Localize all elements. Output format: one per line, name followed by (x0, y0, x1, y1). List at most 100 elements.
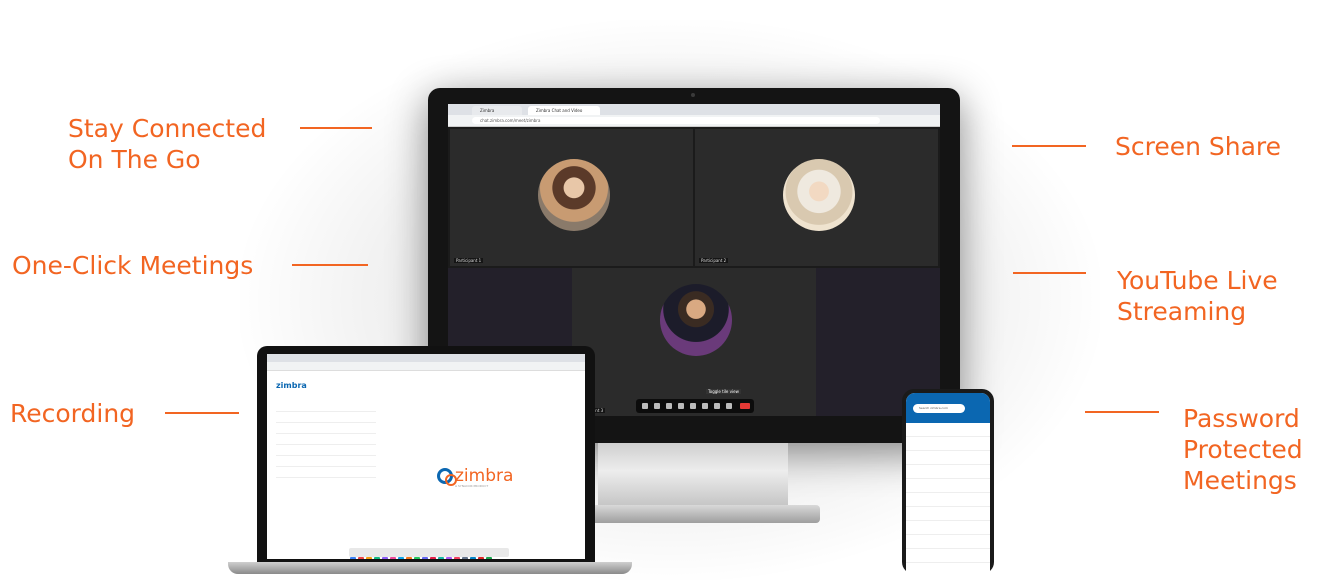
feature-recording-label: Recording (10, 399, 136, 428)
feature-stay-connected: Stay Connected On The Go (68, 113, 266, 175)
participant-tile[interactable]: Participant 2 (695, 129, 938, 266)
list-item[interactable] (906, 521, 990, 535)
dock-app-icon[interactable] (470, 557, 476, 559)
laptop-browser-tabs (267, 354, 585, 362)
phone-mail-list (906, 423, 990, 574)
participant-avatar (660, 284, 732, 356)
dock-app-icon[interactable] (390, 557, 396, 559)
participant-name: Participant 1 (454, 258, 484, 263)
screen-share-icon[interactable] (666, 403, 672, 409)
hang-up-icon[interactable] (740, 403, 750, 409)
feature-stay-connected-line1: Stay Connected (68, 114, 267, 143)
list-item[interactable] (906, 549, 990, 563)
chat-icon[interactable] (690, 403, 696, 409)
smartphone: Search zimbra.com (902, 389, 994, 574)
laptop-browser-toolbar (267, 362, 585, 371)
mail-list (276, 401, 376, 478)
dock-app-icon[interactable] (486, 557, 492, 559)
meeting-toolbar (636, 399, 754, 413)
toolbar-tooltip: Toggle tile view (706, 389, 741, 394)
feature-youtube-line1: YouTube Live (1117, 266, 1278, 295)
url-bar[interactable]: chat.zimbra.com/meet/zimbra (472, 117, 880, 124)
dock-app-icon[interactable] (422, 557, 428, 559)
dock-app-icon[interactable] (430, 557, 436, 559)
dock-app-icon[interactable] (382, 557, 388, 559)
list-item[interactable] (906, 563, 990, 574)
microphone-icon[interactable] (642, 403, 648, 409)
list-item[interactable] (906, 493, 990, 507)
dock-app-icon[interactable] (446, 557, 452, 559)
list-item[interactable] (906, 423, 990, 437)
laptop-screen: zimbra zimbra A SYNACOR PRODUCT (267, 354, 585, 559)
tile-view-icon[interactable] (714, 403, 720, 409)
laptop: zimbra zimbra A SYNACOR PRODUCT (257, 346, 595, 564)
laptop-base (228, 562, 632, 574)
zimbra-mark-icon (437, 468, 457, 486)
list-item[interactable] (276, 434, 376, 445)
browser-tab-zimbra[interactable]: Zimbra (472, 106, 522, 115)
feature-youtube-live: YouTube Live Streaming (1117, 265, 1278, 327)
connector-line (1012, 145, 1086, 147)
participant-tile[interactable]: Participant 3 (572, 268, 816, 416)
connector-line (292, 264, 368, 266)
zimbra-logo[interactable]: zimbra (276, 381, 307, 390)
list-item[interactable] (906, 465, 990, 479)
feature-youtube-line2: Streaming (1117, 297, 1247, 326)
feature-one-click-label: One-Click Meetings (12, 251, 254, 280)
zimbra-wordmark: zimbra (455, 466, 514, 486)
dock-app-icon[interactable] (478, 557, 484, 559)
dock-app-icon[interactable] (406, 557, 412, 559)
participant-name: Participant 2 (699, 258, 729, 263)
list-item[interactable] (906, 479, 990, 493)
zimbra-tagline: A SYNACOR PRODUCT (455, 484, 489, 488)
participant-avatar (783, 159, 855, 231)
feature-stay-connected-line2: On The Go (68, 145, 201, 174)
list-item[interactable] (906, 451, 990, 465)
list-item[interactable] (276, 412, 376, 423)
dock-app-icon[interactable] (358, 557, 364, 559)
dock-app-icon[interactable] (462, 557, 468, 559)
connector-line (1085, 411, 1159, 413)
list-item[interactable] (906, 507, 990, 521)
dock-app-icon[interactable] (366, 557, 372, 559)
dock-app-icon[interactable] (350, 557, 356, 559)
dock-app-icon[interactable] (454, 557, 460, 559)
monitor-stand-base (566, 505, 820, 523)
dock-app-icon[interactable] (398, 557, 404, 559)
raise-hand-icon[interactable] (702, 403, 708, 409)
list-item[interactable] (276, 445, 376, 456)
list-item[interactable] (276, 401, 376, 412)
list-item[interactable] (276, 456, 376, 467)
browser-toolbar: chat.zimbra.com/meet/zimbra (448, 115, 940, 127)
feature-password-line1: Password (1183, 404, 1300, 433)
phone-search-input[interactable]: Search zimbra.com (913, 404, 965, 413)
zimbra-brand: zimbra A SYNACOR PRODUCT (437, 466, 514, 488)
participant-tile[interactable]: Participant 1 (450, 129, 693, 266)
phone-screen: Search zimbra.com (906, 393, 990, 574)
more-options-icon[interactable] (726, 403, 732, 409)
list-item[interactable] (276, 423, 376, 434)
feature-password-line2: Protected (1183, 435, 1303, 464)
feature-screen-share-label: Screen Share (1115, 132, 1282, 161)
dock-app-icon[interactable] (414, 557, 420, 559)
list-item[interactable] (906, 437, 990, 451)
browser-tab-strip: Zimbra Zimbra Chat and Video (448, 104, 940, 122)
dock-app-icon[interactable] (374, 557, 380, 559)
feature-password-protected: Password Protected Meetings (1183, 403, 1303, 496)
list-item[interactable] (276, 467, 376, 478)
monitor-stand (598, 443, 788, 513)
dock-app-icon[interactable] (438, 557, 444, 559)
connector-line (165, 412, 239, 414)
connector-line (300, 127, 372, 129)
participant-avatar (538, 159, 610, 231)
phone-header: Search zimbra.com (906, 393, 990, 423)
feature-one-click-meetings: One-Click Meetings (12, 250, 253, 281)
feature-recording: Recording (10, 398, 135, 429)
camera-icon[interactable] (654, 403, 660, 409)
feature-password-line3: Meetings (1183, 466, 1297, 495)
list-item[interactable] (906, 535, 990, 549)
connector-line (1013, 272, 1086, 274)
browser-tab-chat-video[interactable]: Zimbra Chat and Video (528, 106, 600, 115)
emoji-icon[interactable] (678, 403, 684, 409)
app-dock (349, 548, 509, 559)
